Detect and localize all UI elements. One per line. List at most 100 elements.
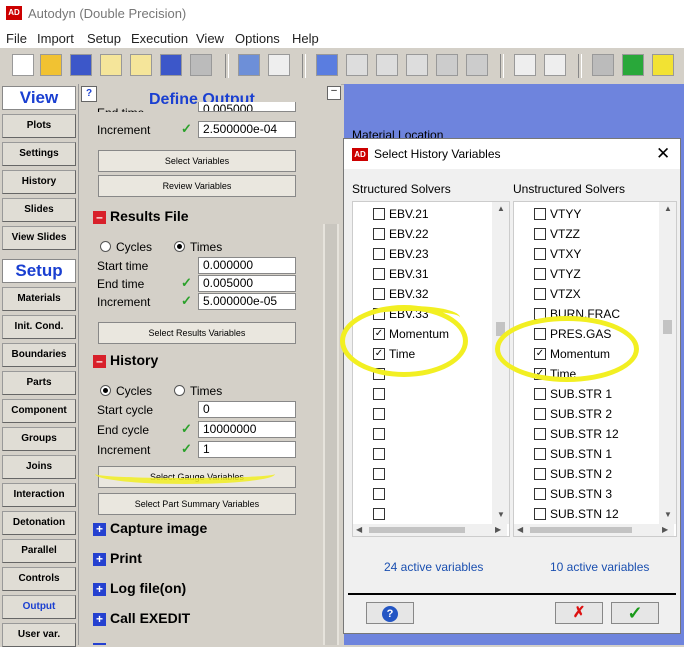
select-part-summary-variables-button[interactable]: Select Part Summary Variables bbox=[98, 493, 296, 515]
select-variables-button[interactable]: Select Variables bbox=[98, 150, 296, 172]
more-section[interactable]: + bbox=[93, 640, 110, 645]
close-icon[interactable]: ✕ bbox=[656, 144, 670, 164]
vertical-scrollbar[interactable]: ▲ ▼ bbox=[659, 202, 676, 524]
fit-view-icon[interactable] bbox=[436, 54, 458, 76]
history-times-radio[interactable] bbox=[174, 385, 185, 396]
list-item[interactable]: SUB.STR 12 bbox=[514, 424, 654, 444]
nav-slides[interactable]: Slides bbox=[2, 198, 76, 222]
menu-file[interactable]: File bbox=[6, 31, 27, 46]
list-item[interactable] bbox=[353, 384, 493, 404]
list-item[interactable] bbox=[353, 444, 493, 464]
graph-icon[interactable] bbox=[544, 54, 566, 76]
history-cycles-radio[interactable] bbox=[100, 385, 111, 396]
checkbox[interactable] bbox=[373, 388, 385, 400]
nav-component[interactable]: Component bbox=[2, 399, 76, 423]
list-item[interactable]: VTZZ bbox=[514, 224, 654, 244]
menu-options[interactable]: Options bbox=[235, 31, 280, 46]
review-variables-button[interactable]: Review Variables bbox=[98, 175, 296, 197]
checkbox[interactable] bbox=[373, 448, 385, 460]
checkbox[interactable] bbox=[534, 268, 546, 280]
scroll-right-icon[interactable]: ▶ bbox=[662, 525, 668, 534]
help-icon[interactable]: ? bbox=[81, 86, 97, 102]
menu-setup[interactable]: Setup bbox=[87, 31, 121, 46]
menu-execution[interactable]: Execution bbox=[131, 31, 188, 46]
nav-history[interactable]: History bbox=[2, 170, 76, 194]
menu-help[interactable]: Help bbox=[292, 31, 319, 46]
cancel-button[interactable]: ✗ bbox=[555, 602, 603, 624]
lightning-icon[interactable] bbox=[652, 54, 674, 76]
list-item[interactable]: SUB.STN 12 bbox=[514, 504, 654, 524]
save-icon[interactable] bbox=[70, 54, 92, 76]
list-item[interactable] bbox=[353, 484, 493, 504]
nav-groups[interactable]: Groups bbox=[2, 427, 76, 451]
list-item[interactable]: VTXY bbox=[514, 244, 654, 264]
checkbox[interactable] bbox=[534, 248, 546, 260]
nav-output[interactable]: Output bbox=[2, 595, 76, 619]
rotate-icon[interactable] bbox=[316, 54, 338, 76]
list-item[interactable] bbox=[353, 404, 493, 424]
list-item[interactable]: VTYZ bbox=[514, 264, 654, 284]
results-times-radio[interactable] bbox=[174, 241, 185, 252]
log-file-section[interactable]: + Log file(on) bbox=[93, 580, 186, 596]
collapse-icon[interactable]: – bbox=[93, 210, 106, 224]
history-section[interactable]: – History bbox=[93, 352, 158, 368]
checkbox[interactable] bbox=[373, 488, 385, 500]
new-file-icon[interactable] bbox=[12, 54, 34, 76]
results-cycles-radio[interactable] bbox=[100, 241, 111, 252]
expand-icon[interactable]: + bbox=[93, 612, 106, 626]
nav-parallel[interactable]: Parallel bbox=[2, 539, 76, 563]
checkbox[interactable] bbox=[373, 428, 385, 440]
start-cycle-field[interactable]: 0 bbox=[198, 401, 296, 418]
horizontal-scrollbar[interactable]: ◀ ▶ bbox=[514, 524, 674, 536]
increment-field[interactable]: 2.500000e-04 bbox=[198, 121, 296, 138]
start-time-field[interactable]: 0.000000 bbox=[198, 257, 296, 274]
nav-controls[interactable]: Controls bbox=[2, 567, 76, 591]
scrollbar-thumb[interactable] bbox=[369, 527, 465, 533]
restart-icon[interactable] bbox=[100, 54, 122, 76]
shrink-view-icon[interactable] bbox=[466, 54, 488, 76]
checkbox[interactable] bbox=[534, 208, 546, 220]
nav-plots[interactable]: Plots bbox=[2, 114, 76, 138]
checkbox[interactable] bbox=[373, 228, 385, 240]
nav-parts[interactable]: Parts bbox=[2, 371, 76, 395]
nav-view-slides[interactable]: View Slides bbox=[2, 226, 76, 250]
pan-icon[interactable] bbox=[346, 54, 368, 76]
axes-icon[interactable] bbox=[406, 54, 428, 76]
nav-settings[interactable]: Settings bbox=[2, 142, 76, 166]
nav-materials[interactable]: Materials bbox=[2, 287, 76, 311]
collapse-icon[interactable]: – bbox=[93, 354, 106, 368]
list-item[interactable]: EBV.31 bbox=[353, 264, 493, 284]
call-exedit-section[interactable]: + Call EXEDIT bbox=[93, 610, 190, 626]
checkbox[interactable] bbox=[534, 428, 546, 440]
expand-icon[interactable]: + bbox=[93, 582, 106, 596]
expand-icon[interactable]: + bbox=[93, 522, 106, 536]
scrollbar-thumb[interactable] bbox=[530, 527, 632, 533]
checkbox[interactable] bbox=[373, 508, 385, 520]
list-item[interactable]: SUB.STN 3 bbox=[514, 484, 654, 504]
nav-detonation[interactable]: Detonation bbox=[2, 511, 76, 535]
menu-import[interactable]: Import bbox=[37, 31, 74, 46]
list-item[interactable]: EBV.32 bbox=[353, 284, 493, 304]
print-section[interactable]: + Print bbox=[93, 550, 142, 566]
end-time-field-top[interactable]: 0.005000 bbox=[198, 102, 296, 112]
list-item[interactable] bbox=[353, 504, 493, 524]
checkbox[interactable] bbox=[534, 388, 546, 400]
eye-icon[interactable] bbox=[514, 54, 536, 76]
checkbox[interactable] bbox=[534, 408, 546, 420]
menu-view[interactable]: View bbox=[196, 31, 224, 46]
nav-joins[interactable]: Joins bbox=[2, 455, 76, 479]
checkbox[interactable] bbox=[534, 488, 546, 500]
panel-scrollbar-thumb[interactable] bbox=[325, 224, 337, 645]
cube-icon[interactable] bbox=[622, 54, 644, 76]
run-icon[interactable] bbox=[238, 54, 260, 76]
minimize-icon[interactable]: – bbox=[327, 86, 341, 100]
list-item[interactable]: EBV.23 bbox=[353, 244, 493, 264]
checkbox[interactable] bbox=[373, 248, 385, 260]
scroll-left-icon[interactable]: ◀ bbox=[517, 525, 523, 534]
checkbox[interactable] bbox=[534, 468, 546, 480]
nav-boundaries[interactable]: Boundaries bbox=[2, 343, 76, 367]
scroll-left-icon[interactable]: ◀ bbox=[356, 525, 362, 534]
results-file-section[interactable]: – Results File bbox=[93, 208, 189, 224]
checkbox[interactable] bbox=[534, 448, 546, 460]
open-folder-icon[interactable] bbox=[40, 54, 62, 76]
